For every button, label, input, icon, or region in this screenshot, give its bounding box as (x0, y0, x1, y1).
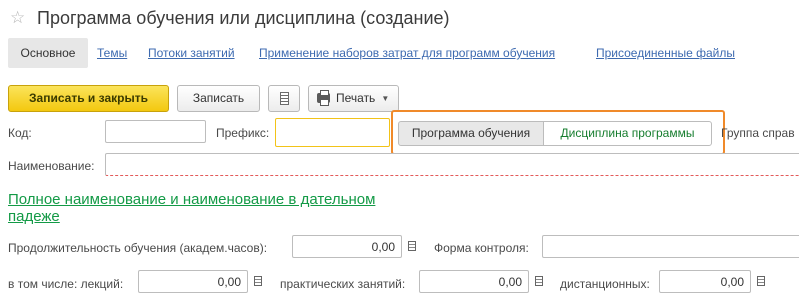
control-form-label: Форма контроля: (434, 241, 529, 255)
chevron-down-icon: ▼ (381, 94, 390, 103)
tab-main[interactable]: Основное (8, 38, 88, 68)
distance-label: дистанционных: (560, 277, 650, 291)
duration-label: Продолжительность обучения (академ.часов… (8, 241, 268, 255)
group-label: Группа справ (721, 126, 795, 140)
tab-topics[interactable]: Темы (97, 38, 127, 68)
calculator-icon (535, 276, 543, 287)
tab-attached-files[interactable]: Присоединенные файлы (596, 38, 735, 68)
favorite-star-icon[interactable]: ☆ (10, 8, 25, 28)
switch-discipline-option[interactable]: Дисциплина программы (543, 121, 712, 146)
list-button[interactable] (268, 85, 300, 112)
distance-input[interactable] (659, 270, 751, 293)
practical-calculator-button[interactable] (532, 270, 546, 293)
code-label: Код: (8, 126, 32, 140)
practical-input[interactable] (419, 270, 529, 293)
page-title: Программа обучения или дисциплина (созда… (37, 8, 450, 28)
code-input[interactable] (105, 120, 206, 143)
tab-class-streams[interactable]: Потоки занятий (148, 38, 235, 68)
prefix-label: Префикс: (216, 126, 270, 140)
calculator-icon (757, 276, 765, 287)
lectures-calculator-button[interactable] (251, 270, 265, 293)
duration-calculator-button[interactable] (405, 235, 419, 258)
practical-label: практических занятий: (280, 277, 406, 291)
full-name-link[interactable]: Полное наименование и наименование в дат… (8, 191, 398, 225)
save-and-close-button[interactable]: Записать и закрыть (8, 85, 169, 112)
printer-icon (317, 90, 330, 106)
prefix-input[interactable] (275, 118, 390, 147)
lectures-input[interactable] (138, 270, 248, 293)
print-button[interactable]: Печать ▼ (308, 85, 399, 112)
switch-program-option[interactable]: Программа обучения (398, 121, 544, 146)
tab-cost-sets[interactable]: Применение наборов затрат для программ о… (259, 38, 555, 68)
calculator-icon (254, 276, 262, 287)
name-input[interactable] (105, 153, 799, 176)
save-button[interactable]: Записать (177, 85, 260, 112)
name-label: Наименование: (8, 159, 95, 173)
control-form-input[interactable] (542, 235, 799, 258)
print-label: Печать (336, 91, 376, 105)
distance-calculator-button[interactable] (754, 270, 768, 293)
calculator-icon (408, 241, 416, 252)
duration-input[interactable] (292, 235, 402, 258)
lectures-label: в том числе: лекций: (8, 277, 124, 291)
list-icon (280, 92, 289, 105)
